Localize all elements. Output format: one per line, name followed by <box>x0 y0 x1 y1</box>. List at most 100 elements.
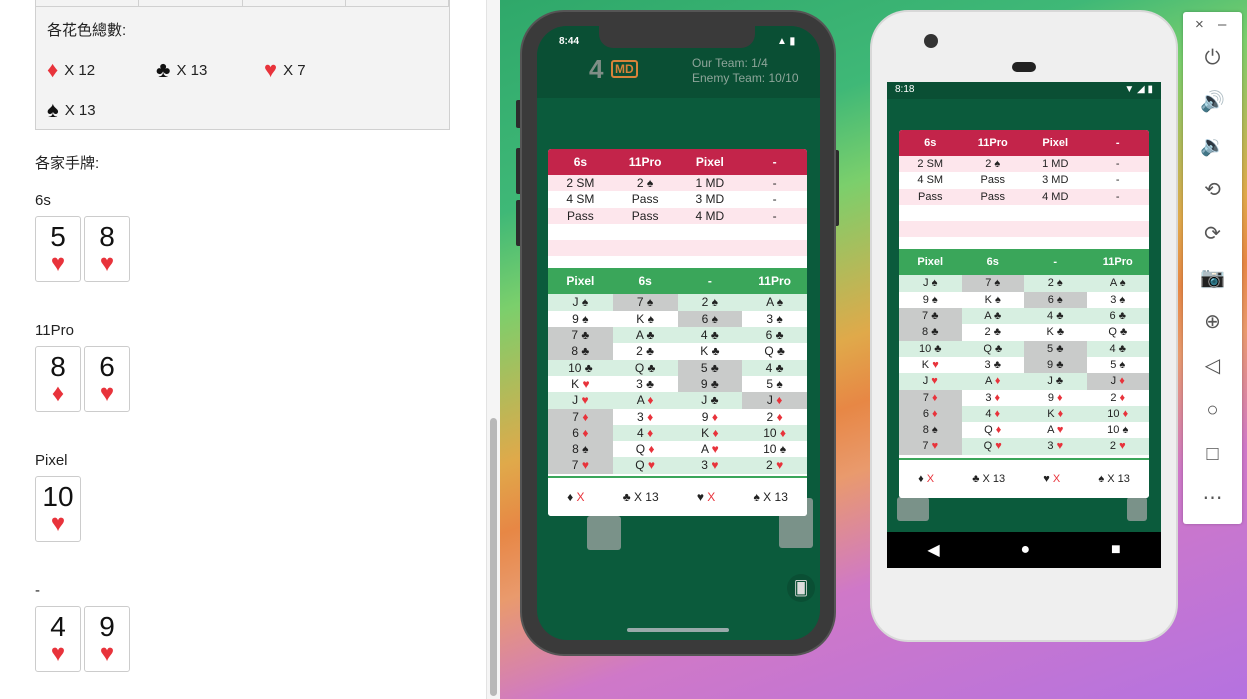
trick-cell: Q ♣ <box>1108 326 1128 339</box>
bid-suit: MD <box>611 60 638 78</box>
table-border <box>36 0 449 7</box>
card-value: 5 <box>50 221 66 252</box>
trick-cell: 6 ♣ <box>765 328 784 343</box>
suit-count-item: ♠ X 13 <box>47 99 96 121</box>
trick-cell: 5 ♠ <box>1110 358 1126 371</box>
home-icon[interactable]: ○ <box>1183 398 1242 422</box>
playing-card[interactable]: 8 ♥ <box>84 216 130 282</box>
card-value: 10 <box>42 481 74 512</box>
trick-cell: 10 ♦ <box>1107 407 1129 420</box>
trick-row: J ♥ A ♦ J ♣ J ♦ <box>899 373 1149 390</box>
overview-icon[interactable]: □ <box>1183 442 1242 466</box>
footer-count: ♣ X 13 <box>972 473 1006 485</box>
playing-card[interactable]: 4 ♥ <box>35 606 81 672</box>
trick-cell: 10 ♠ <box>1107 424 1129 437</box>
bid-row: Pass Pass 4 MD - <box>899 188 1149 205</box>
diamond-icon: ♦ <box>648 442 655 457</box>
game-record-dialog: 6s 11Pro Pixel -2 SM 2 ♠ 1 MD -4 SM Pass 3 MD - Pa… <box>548 149 807 516</box>
trick-cell: J ♠ <box>923 277 938 290</box>
heart-icon: ♥ <box>581 393 589 408</box>
column-header: 11Pro <box>628 155 662 169</box>
volume-down-icon[interactable]: 🔉 <box>1183 134 1242 158</box>
back-icon[interactable]: ◁ <box>1183 354 1242 378</box>
trick-cell: K ♠ <box>984 293 1001 306</box>
player-name: 11Pro <box>35 322 74 339</box>
playing-card[interactable]: 6 ♥ <box>84 346 130 412</box>
column-header: - <box>1115 137 1120 149</box>
heart-icon: ♥ <box>647 458 656 473</box>
column-header: - <box>1053 256 1058 269</box>
playing-card[interactable]: 10 ♥ <box>35 476 81 542</box>
nav-recents-icon[interactable]: ■ <box>1111 541 1121 559</box>
trick-cell: 2 ♠ <box>701 295 719 310</box>
zoom-icon[interactable]: ⊕ <box>1183 310 1242 334</box>
column-header: 11Pro <box>758 274 791 289</box>
scrollbar[interactable] <box>486 0 500 699</box>
iphone-power-button <box>834 150 839 226</box>
diamond-icon: ♦ <box>994 391 1001 404</box>
camera-icon[interactable]: 📷 <box>1183 266 1242 290</box>
enemy-team-score: Enemy Team: 10/10 <box>692 71 799 85</box>
playing-card[interactable]: 9 ♥ <box>84 606 130 672</box>
diamond-icon: ♦ <box>1122 407 1129 420</box>
heart-icon: ♥ <box>99 640 115 667</box>
bid-cell: 2 ♠ <box>985 158 1001 170</box>
nav-home-icon[interactable]: ● <box>1020 541 1030 559</box>
front-camera <box>924 34 938 48</box>
playing-card[interactable]: 5 ♥ <box>35 216 81 282</box>
heart-icon: ♥ <box>931 375 938 388</box>
trick-cell: 3 ♠ <box>1110 293 1126 306</box>
trick-cell: 7 ♣ <box>548 327 613 344</box>
trick-table-header: Pixel 6s - 11Pro <box>899 249 1149 276</box>
trick-cell: 5 ♣ <box>1024 340 1087 357</box>
diamond-icon: ♦ <box>994 407 1001 420</box>
heart-icon: ♥ <box>50 640 66 667</box>
card-value: 9 <box>99 611 115 642</box>
trick-cell: 7 ♣ <box>899 308 962 325</box>
card-value: 4 <box>50 611 66 642</box>
trick-cell: 3 ♦ <box>985 391 1001 404</box>
trick-cell: 6 ♠ <box>1024 291 1087 309</box>
trick-cell: 9 ♦ <box>701 409 718 424</box>
minimize-icon[interactable]: – <box>1218 16 1226 33</box>
rotate-left-icon[interactable]: ⟲ <box>1183 178 1242 202</box>
footer-count: ♦ X <box>918 473 935 485</box>
heart-icon: ♥ <box>995 440 1002 453</box>
bid-row: 4 SM Pass 3 MD - <box>548 191 807 207</box>
status-icons: ▼ ◢ ▮ <box>1124 84 1153 95</box>
bid-cell: 2 SM <box>566 176 595 190</box>
playing-card[interactable]: 8 ♦ <box>35 346 81 412</box>
emulator-toolbar: × – ⏻ 🔊 🔉 ⟲ ⟳ 📷 ⊕ ◁ ○ □ ⋯ <box>1183 12 1242 524</box>
power-icon[interactable]: ⏻ <box>1183 46 1242 70</box>
trick-row: J ♥ A ♦ J ♣ J ♦ <box>548 392 807 409</box>
trick-cell: 10 ♦ <box>763 425 787 440</box>
column-header: Pixel <box>917 256 944 269</box>
bid-cell: 4 SM <box>917 174 944 187</box>
nav-back-icon[interactable]: ◀ <box>927 540 939 560</box>
trick-cell: 8 ♠ <box>899 422 962 439</box>
spade-icon: ♠ <box>47 97 59 122</box>
more-icon[interactable]: ⋯ <box>1183 486 1242 510</box>
trick-cell: 6 ♦ <box>899 405 962 423</box>
scrollbar-thumb[interactable] <box>490 418 497 696</box>
trick-cell: 4 ♣ <box>765 360 784 375</box>
footer-count: ♥ X <box>696 490 716 504</box>
heart-icon: ♥ <box>932 358 939 371</box>
trick-cell: 3 ♥ <box>701 458 719 473</box>
bid-cell: Pass <box>631 192 659 207</box>
rotate-right-icon[interactable]: ⟳ <box>1183 222 1242 246</box>
diamond-icon: X <box>1052 473 1061 485</box>
volume-up-icon[interactable]: 🔊 <box>1183 90 1242 114</box>
column-header: 11Pro <box>1102 256 1133 269</box>
trick-cell: A ♠ <box>1109 277 1126 290</box>
card-back <box>1127 497 1147 521</box>
cards-menu-icon[interactable]: 🂠 <box>787 574 815 602</box>
close-icon[interactable]: × <box>1195 16 1204 33</box>
trick-cell: K ♦ <box>701 425 719 440</box>
trick-row: 8 ♣ 2 ♣ K ♣ Q ♣ <box>899 324 1149 341</box>
trick-cell: 5 ♣ <box>677 359 743 376</box>
bid-cell: 2 ♠ <box>636 176 654 190</box>
diamond-icon: ♦ <box>647 425 654 440</box>
heart-icon: ♥ <box>1056 424 1064 437</box>
